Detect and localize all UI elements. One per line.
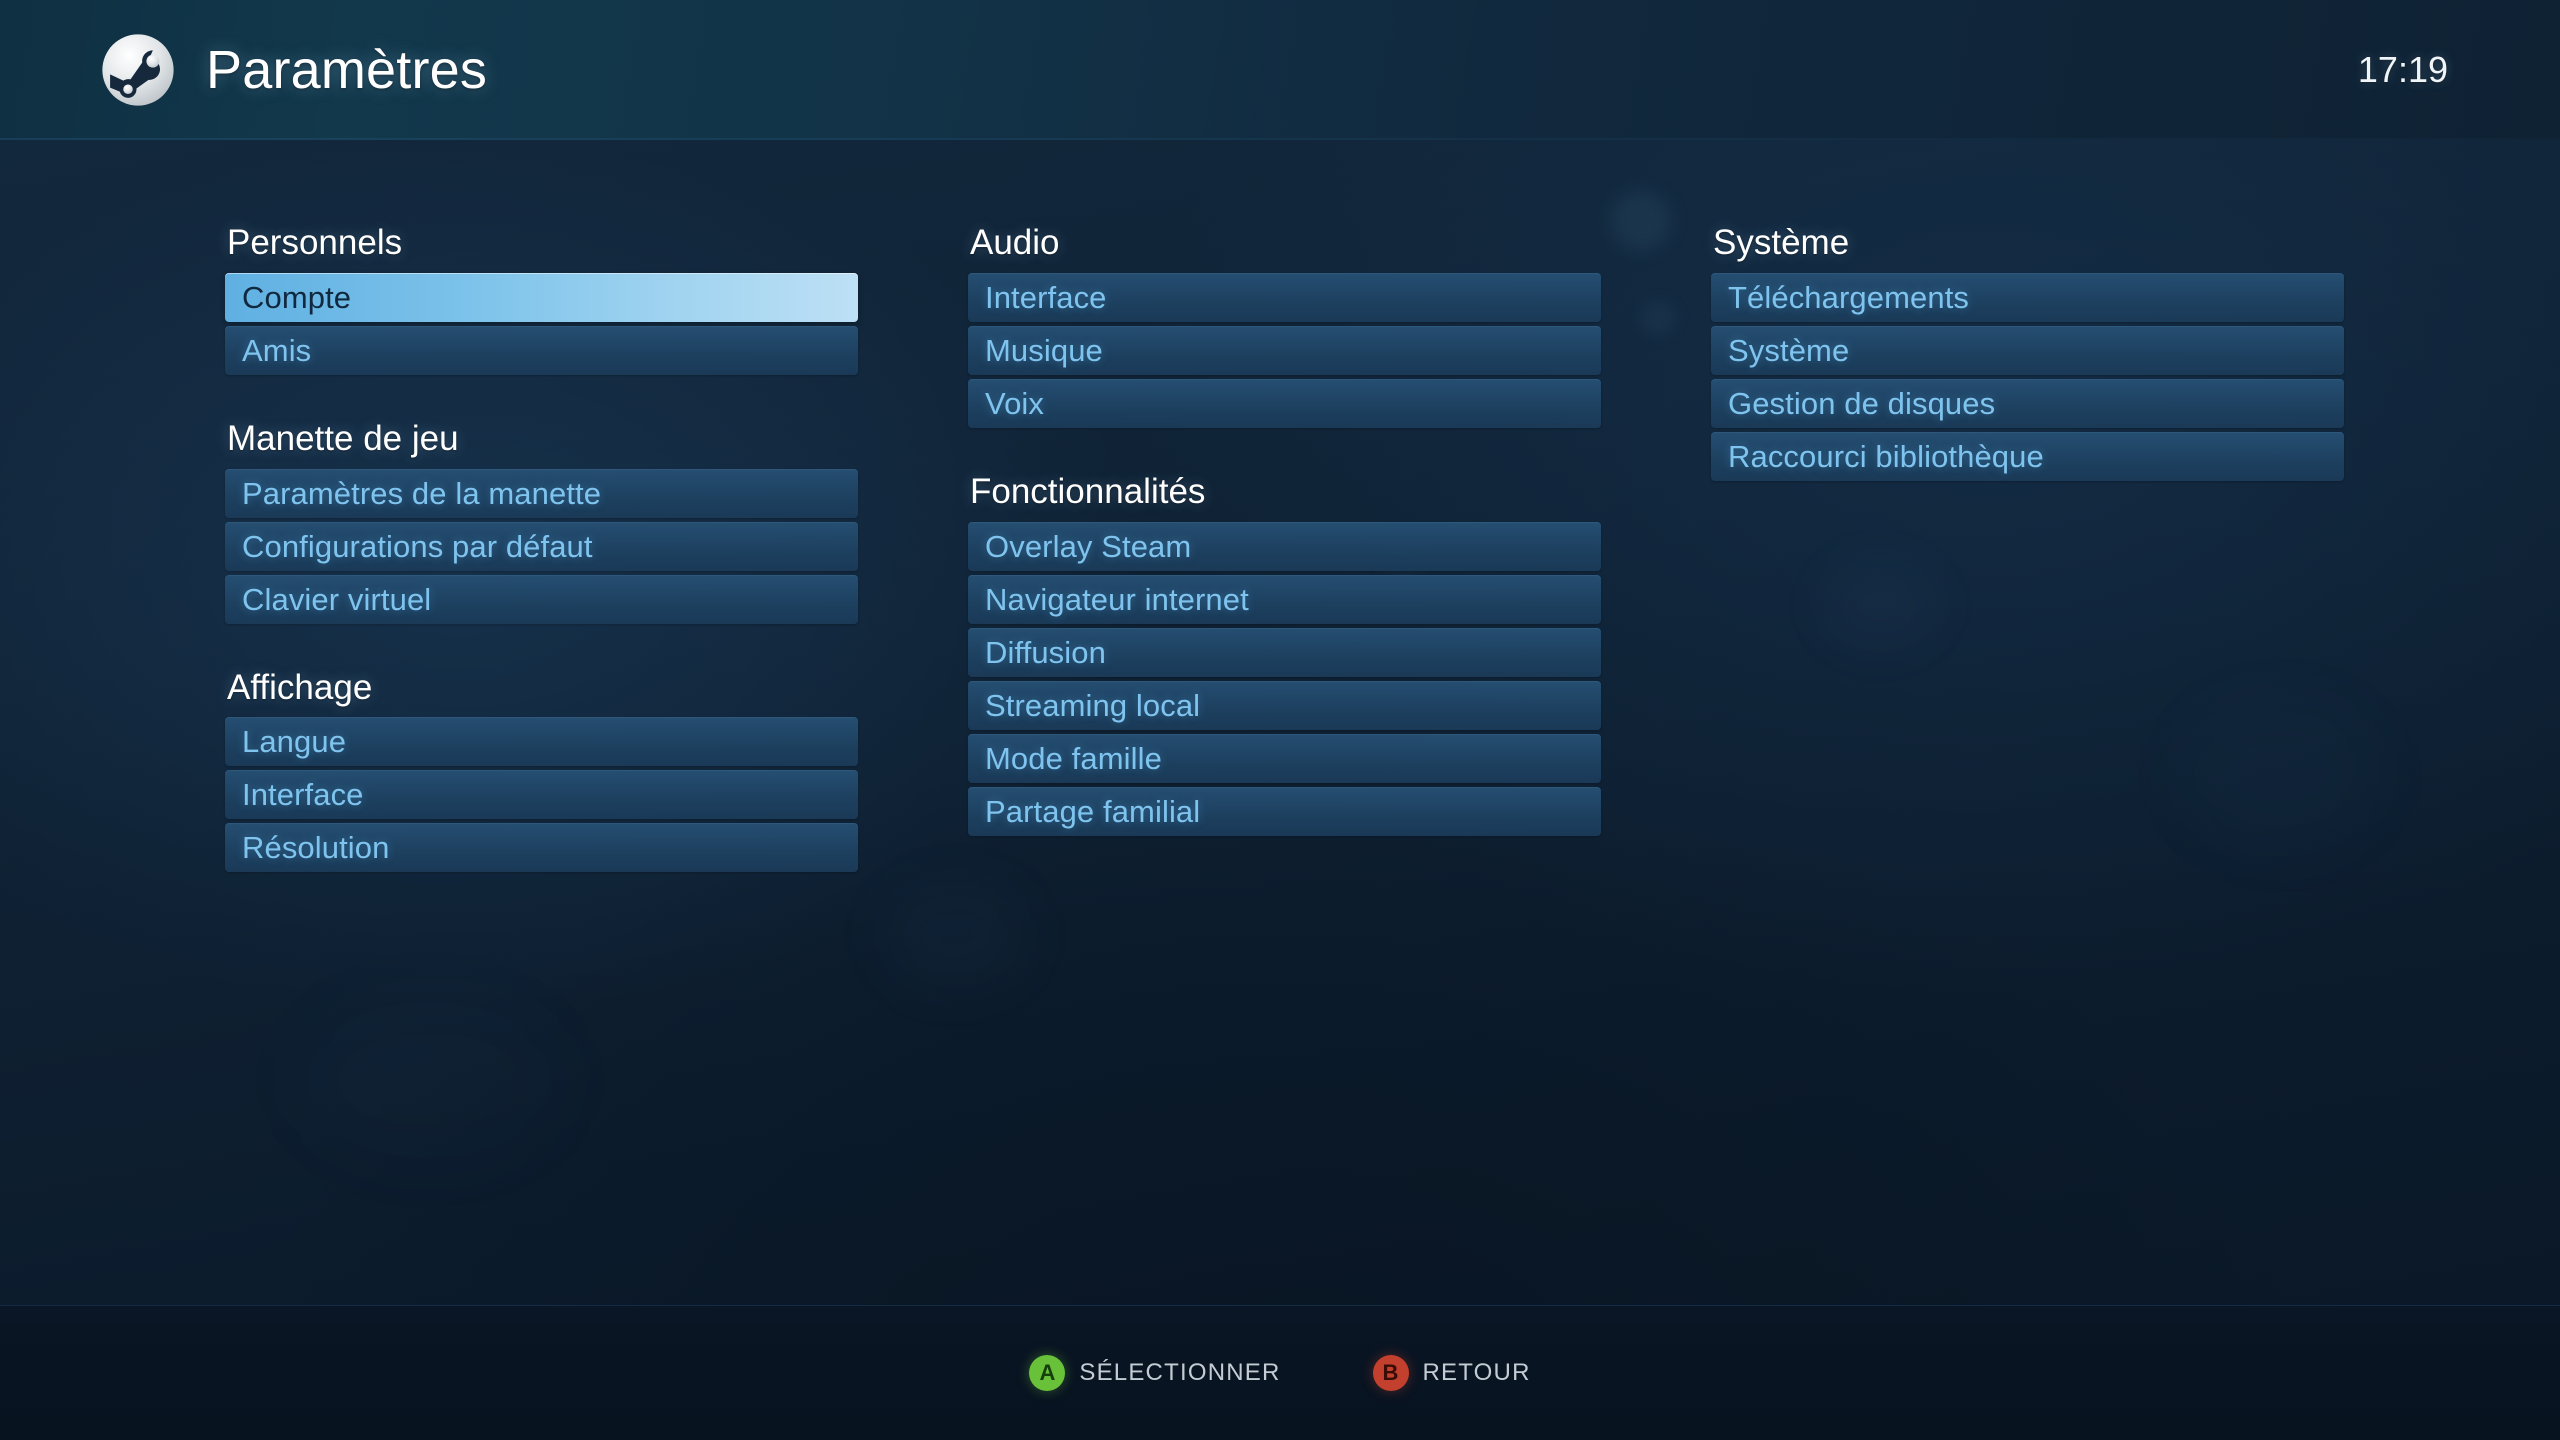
settings-item-list: Langue Interface Résolution bbox=[225, 717, 858, 873]
settings-item[interactable]: Raccourci bibliothèque bbox=[1711, 431, 2344, 481]
footer-hint-label: RETOUR bbox=[1422, 1359, 1531, 1386]
footer-hint-label: SÉLECTIONNER bbox=[1079, 1359, 1281, 1386]
settings-item-label: Compte bbox=[242, 279, 352, 315]
settings-item[interactable]: Langue bbox=[225, 717, 858, 767]
settings-item[interactable]: Voix bbox=[968, 378, 1601, 428]
settings-column: Système Téléchargements Système Gestion de … bbox=[1711, 223, 2344, 872]
settings-item-list: Interface Musique Voix bbox=[968, 272, 1601, 428]
settings-item-label: Diffusion bbox=[985, 634, 1106, 670]
steam-big-picture-settings-screen: Paramètres 17:19 Personnels Compte Amis Man… bbox=[0, 0, 2560, 1440]
settings-item-label: Musique bbox=[985, 332, 1103, 368]
settings-section: Audio Interface Musique Voix bbox=[968, 223, 1601, 428]
steam-logo-icon bbox=[102, 34, 174, 106]
settings-item[interactable]: Paramètres de la manette bbox=[225, 468, 858, 518]
settings-item[interactable]: Musique bbox=[968, 325, 1601, 375]
settings-item-label: Paramètres de la manette bbox=[242, 475, 602, 511]
settings-item-selected[interactable]: Compte bbox=[225, 272, 858, 322]
background-bokeh bbox=[300, 1000, 560, 1160]
settings-item[interactable]: Résolution bbox=[225, 823, 858, 873]
header-title-group: Paramètres bbox=[100, 0, 487, 140]
settings-item[interactable]: Navigateur internet bbox=[968, 574, 1601, 624]
settings-column: Personnels Compte Amis Manette de jeu Paramè… bbox=[225, 223, 858, 873]
settings-item-label: Overlay Steam bbox=[985, 528, 1192, 564]
settings-item[interactable]: Amis bbox=[225, 325, 858, 375]
settings-item-list: Paramètres de la manette Configurations p… bbox=[225, 468, 858, 624]
settings-item-list: Compte Amis bbox=[225, 272, 858, 375]
settings-item[interactable]: Partage familial bbox=[968, 786, 1601, 836]
footer-hint[interactable]: A SÉLECTIONNER bbox=[1029, 1355, 1280, 1391]
settings-item[interactable]: Streaming local bbox=[968, 680, 1601, 730]
background-bokeh bbox=[880, 880, 1030, 990]
page-title: Paramètres bbox=[206, 40, 488, 100]
settings-item-label: Amis bbox=[242, 332, 312, 368]
settings-item[interactable]: Interface bbox=[968, 272, 1601, 322]
section-title: Manette de jeu bbox=[227, 418, 459, 458]
header-bar: Paramètres 17:19 bbox=[0, 0, 2560, 140]
settings-item-label: Raccourci bibliothèque bbox=[1728, 438, 2044, 474]
settings-item[interactable]: Système bbox=[1711, 325, 2344, 375]
settings-item-label: Interface bbox=[985, 279, 1107, 315]
section-title: Fonctionnalités bbox=[970, 471, 1206, 511]
section-title: Système bbox=[1713, 223, 1850, 262]
settings-item[interactable]: Téléchargements bbox=[1711, 272, 2344, 322]
settings-item-label: Téléchargements bbox=[1728, 279, 1970, 315]
settings-columns: Personnels Compte Amis Manette de jeu Paramè… bbox=[225, 223, 2345, 873]
settings-item[interactable]: Configurations par défaut bbox=[225, 521, 858, 571]
clock: 17:19 bbox=[2357, 49, 2448, 90]
section-title: Affichage bbox=[227, 667, 373, 707]
settings-item[interactable]: Mode famille bbox=[968, 733, 1601, 783]
footer-hint[interactable]: B RETOUR bbox=[1372, 1355, 1531, 1391]
settings-item[interactable]: Gestion de disques bbox=[1711, 378, 2344, 428]
button-a-icon: A bbox=[1029, 1355, 1066, 1391]
settings-section: Personnels Compte Amis bbox=[225, 223, 858, 375]
settings-section: Fonctionnalités Overlay Steam Navigateur i… bbox=[968, 471, 1601, 836]
settings-item-label: Configurations par défaut bbox=[242, 528, 593, 564]
section-title: Audio bbox=[970, 223, 1060, 262]
settings-item-label: Streaming local bbox=[985, 687, 1201, 723]
settings-item-label: Voix bbox=[985, 385, 1044, 421]
settings-item-label: Gestion de disques bbox=[1728, 385, 1996, 421]
section-title: Personnels bbox=[227, 223, 403, 262]
settings-item-label: Système bbox=[1728, 332, 1850, 368]
settings-item-label: Navigateur internet bbox=[985, 581, 1249, 617]
settings-item-list: Overlay Steam Navigateur internet Diffusio… bbox=[968, 521, 1601, 836]
footer-hint-bar: A SÉLECTIONNER B RETOUR bbox=[0, 1305, 2560, 1440]
settings-section: Système Téléchargements Système Gestion de … bbox=[1711, 223, 2344, 481]
settings-item-label: Clavier virtuel bbox=[242, 581, 432, 617]
settings-item[interactable]: Clavier virtuel bbox=[225, 574, 858, 624]
settings-item-label: Interface bbox=[242, 777, 364, 813]
settings-item-label: Langue bbox=[242, 724, 347, 760]
settings-item[interactable]: Interface bbox=[225, 770, 858, 820]
settings-section: Affichage Langue Interface Résolution bbox=[225, 667, 858, 873]
settings-item-list: Téléchargements Système Gestion de disques… bbox=[1711, 272, 2344, 481]
settings-section: Manette de jeu Paramètres de la manette Co… bbox=[225, 418, 858, 624]
settings-item-label: Résolution bbox=[242, 830, 390, 866]
settings-item[interactable]: Overlay Steam bbox=[968, 521, 1601, 571]
settings-item[interactable]: Diffusion bbox=[968, 627, 1601, 677]
settings-column: Audio Interface Musique Voix Fonctionnalités… bbox=[968, 223, 1601, 872]
button-b-icon: B bbox=[1372, 1355, 1409, 1391]
settings-item-label: Partage familial bbox=[985, 793, 1201, 829]
settings-item-label: Mode famille bbox=[985, 740, 1162, 776]
